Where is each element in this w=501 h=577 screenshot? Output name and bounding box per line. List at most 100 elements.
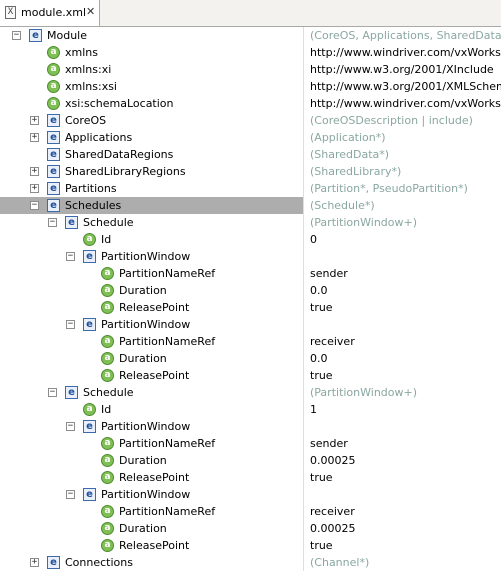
collapse-icon[interactable]: − xyxy=(48,388,57,397)
node-cell[interactable]: a PartitionNameRef xyxy=(0,333,304,350)
node-cell[interactable]: a Id xyxy=(0,401,304,418)
node-value[interactable]: 0.00025 xyxy=(305,452,501,469)
tree-row[interactable]: − e PartitionWindow xyxy=(0,418,501,435)
node-value[interactable]: 0 xyxy=(305,231,501,248)
tree-row[interactable]: − e Schedules (Schedule*) xyxy=(0,197,501,214)
collapse-icon[interactable]: − xyxy=(30,201,39,210)
node-cell[interactable]: − e PartitionWindow xyxy=(0,486,304,503)
node-cell[interactable]: + e CoreOS xyxy=(0,112,304,129)
tree-row[interactable]: + e CoreOS (CoreOSDescription | include) xyxy=(0,112,501,129)
tree-row[interactable]: + e Connections (Channel*) xyxy=(0,554,501,571)
collapse-icon[interactable]: − xyxy=(66,320,75,329)
node-value[interactable]: http://www.w3.org/2001/XInclude xyxy=(305,61,501,78)
tree-row[interactable]: a xmlns http://www.windriver.com/vxWorks65… xyxy=(0,44,501,61)
node-cell[interactable]: a PartitionNameRef xyxy=(0,503,304,520)
node-value[interactable]: 0.0 xyxy=(305,282,501,299)
node-cell[interactable]: a PartitionNameRef xyxy=(0,435,304,452)
tree-row[interactable]: + e SharedLibraryRegions (SharedLibrary*) xyxy=(0,163,501,180)
tree-row[interactable]: − e PartitionWindow xyxy=(0,486,501,503)
node-value[interactable]: http://www.windriver.com/vxWorks653 xyxy=(305,44,501,61)
tree-row[interactable]: a Duration 0.00025 xyxy=(0,452,501,469)
node-value[interactable]: true xyxy=(305,537,501,554)
collapse-icon[interactable]: − xyxy=(66,252,75,261)
node-value[interactable]: receiver xyxy=(305,333,501,350)
tree-row[interactable]: a Duration 0.00025 xyxy=(0,520,501,537)
tree-row[interactable]: a PartitionNameRef receiver xyxy=(0,503,501,520)
node-cell[interactable]: a ReleasePoint xyxy=(0,469,304,486)
close-icon[interactable]: ✕ xyxy=(86,5,95,18)
node-cell[interactable]: + e Connections xyxy=(0,554,304,571)
tree-row[interactable]: + e Partitions (Partition*, PseudoPartition… xyxy=(0,180,501,197)
expand-icon[interactable]: + xyxy=(30,133,39,142)
node-value[interactable]: http://www.windriver.com/vxWorks653 xyxy=(305,95,501,112)
node-value[interactable]: sender xyxy=(305,435,501,452)
node-cell[interactable]: a PartitionNameRef xyxy=(0,265,304,282)
expand-icon[interactable]: + xyxy=(30,167,39,176)
expand-icon[interactable]: + xyxy=(30,184,39,193)
node-cell[interactable]: − e PartitionWindow xyxy=(0,316,304,333)
tab-module-xml[interactable]: X module.xml ✕ xyxy=(0,0,100,26)
tree-row[interactable]: a PartitionNameRef receiver xyxy=(0,333,501,350)
tree-row[interactable]: a Id 1 xyxy=(0,401,501,418)
tree-row[interactable]: a Id 0 xyxy=(0,231,501,248)
node-cell[interactable]: + e Applications xyxy=(0,129,304,146)
node-cell[interactable]: + e SharedLibraryRegions xyxy=(0,163,304,180)
tree-row[interactable]: − e Schedule (PartitionWindow+) xyxy=(0,214,501,231)
node-cell[interactable]: − e PartitionWindow xyxy=(0,418,304,435)
node-value[interactable] xyxy=(305,418,501,435)
node-value[interactable] xyxy=(305,316,501,333)
node-value[interactable] xyxy=(305,486,501,503)
tree-row[interactable]: a ReleasePoint true xyxy=(0,367,501,384)
node-cell[interactable]: − e Schedules xyxy=(0,197,304,214)
node-cell[interactable]: a ReleasePoint xyxy=(0,299,304,316)
node-cell[interactable]: − e PartitionWindow xyxy=(0,248,304,265)
tree-row[interactable]: − e Schedule (PartitionWindow+) xyxy=(0,384,501,401)
node-cell[interactable]: − e Schedule xyxy=(0,214,304,231)
expand-icon[interactable]: + xyxy=(30,558,39,567)
tree-row[interactable]: a PartitionNameRef sender xyxy=(0,435,501,452)
node-cell[interactable]: a ReleasePoint xyxy=(0,537,304,554)
node-cell[interactable]: a Duration xyxy=(0,452,304,469)
node-value[interactable]: sender xyxy=(305,265,501,282)
node-value[interactable]: 0.0 xyxy=(305,350,501,367)
node-cell[interactable]: + e Partitions xyxy=(0,180,304,197)
node-cell[interactable]: − e Schedule xyxy=(0,384,304,401)
node-value[interactable]: true xyxy=(305,299,501,316)
tree-row[interactable]: a ReleasePoint true xyxy=(0,299,501,316)
tree-row[interactable]: − e PartitionWindow xyxy=(0,248,501,265)
tree-row[interactable]: a xmlns:xsi http://www.w3.org/2001/XMLSche… xyxy=(0,78,501,95)
node-cell[interactable]: a Duration xyxy=(0,350,304,367)
tree-row[interactable]: a xmlns:xi http://www.w3.org/2001/XInclude xyxy=(0,61,501,78)
node-cell[interactable]: a xmlns:xsi xyxy=(0,78,304,95)
node-cell[interactable]: a xmlns:xi xyxy=(0,61,304,78)
tree-row[interactable]: + e Applications (Application*) xyxy=(0,129,501,146)
tree-row[interactable]: a PartitionNameRef sender xyxy=(0,265,501,282)
tree-row[interactable]: a ReleasePoint true xyxy=(0,537,501,554)
tree-row[interactable]: a xsi:schemaLocation http://www.windriver.… xyxy=(0,95,501,112)
expand-icon[interactable]: + xyxy=(30,116,39,125)
node-cell[interactable]: a ReleasePoint xyxy=(0,367,304,384)
tree-row[interactable]: a Duration 0.0 xyxy=(0,282,501,299)
node-value[interactable]: true xyxy=(305,367,501,384)
node-value[interactable]: receiver xyxy=(305,503,501,520)
tree-row[interactable]: e SharedDataRegions (SharedData*) xyxy=(0,146,501,163)
node-cell[interactable]: e SharedDataRegions xyxy=(0,146,304,163)
node-value[interactable]: 0.00025 xyxy=(305,520,501,537)
node-value[interactable]: true xyxy=(305,469,501,486)
collapse-icon[interactable]: − xyxy=(66,422,75,431)
node-value[interactable]: 1 xyxy=(305,401,501,418)
node-value[interactable] xyxy=(305,248,501,265)
collapse-icon[interactable]: − xyxy=(12,31,21,40)
node-cell[interactable]: − e Module xyxy=(0,27,304,44)
node-cell[interactable]: a Duration xyxy=(0,282,304,299)
tree-row[interactable]: a ReleasePoint true xyxy=(0,469,501,486)
tree-row[interactable]: a Duration 0.0 xyxy=(0,350,501,367)
node-value[interactable]: http://www.w3.org/2001/XMLSchema-in xyxy=(305,78,501,95)
tree-row[interactable]: − e PartitionWindow xyxy=(0,316,501,333)
node-cell[interactable]: a xsi:schemaLocation xyxy=(0,95,304,112)
tree-row[interactable]: − e Module (CoreOS, Applications, SharedDat… xyxy=(0,27,501,44)
node-cell[interactable]: a Duration xyxy=(0,520,304,537)
collapse-icon[interactable]: − xyxy=(66,490,75,499)
node-cell[interactable]: a xmlns xyxy=(0,44,304,61)
collapse-icon[interactable]: − xyxy=(48,218,57,227)
